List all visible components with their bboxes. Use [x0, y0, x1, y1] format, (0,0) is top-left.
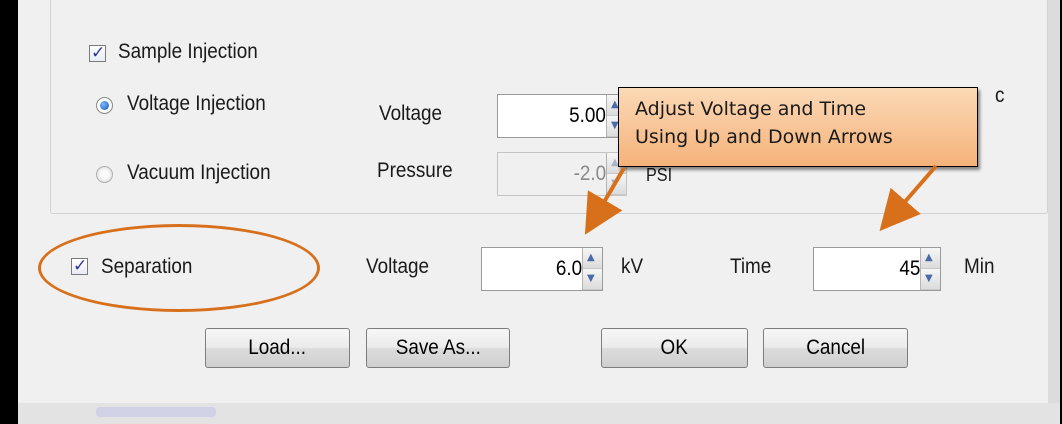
save-as-button[interactable]: Save As...	[366, 328, 510, 368]
checkmark-icon: ✓	[91, 43, 106, 63]
spin-down-button[interactable]: ▼	[607, 174, 626, 195]
injection-time-unit-fragment: c	[995, 84, 1005, 107]
vacuum-injection-label: Vacuum Injection	[127, 161, 271, 184]
callout-line-1: Adjust Voltage and Time	[635, 98, 867, 120]
cancel-button-label: Cancel	[806, 336, 865, 359]
separation-time-label: Time	[730, 255, 772, 278]
background-window-strip	[18, 403, 1060, 424]
sample-injection-checkbox[interactable]: ✓	[89, 43, 106, 63]
spin-up-button[interactable]: ▲	[583, 248, 602, 269]
vacuum-injection-radio[interactable]	[96, 166, 113, 183]
separation-voltage-value: 6.0	[555, 257, 582, 280]
separation-time-arrows: ▲ ▼	[920, 248, 940, 290]
callout-line-2: Using Up and Down Arrows	[635, 126, 893, 148]
pressure-spinner[interactable]: -2.0 ▲ ▼	[497, 152, 627, 196]
instruction-callout: Adjust Voltage and Time Using Up and Dow…	[618, 87, 978, 167]
pressure-value: -2.0	[573, 162, 606, 185]
background-window-edge	[1048, 0, 1060, 424]
arrow-down-icon: ▼	[925, 273, 933, 284]
separation-highlight-oval	[38, 224, 320, 312]
load-button[interactable]: Load...	[205, 328, 350, 368]
injection-voltage-label: Voltage	[379, 102, 443, 125]
separation-voltage-label: Voltage	[366, 255, 430, 278]
cancel-button[interactable]: Cancel	[763, 328, 908, 368]
spin-down-button[interactable]: ▼	[921, 269, 940, 290]
separation-voltage-arrows: ▲ ▼	[582, 248, 602, 290]
pressure-unit: PSI	[646, 165, 673, 185]
pressure-label: Pressure	[377, 159, 453, 182]
sample-injection-label: Sample Injection	[118, 40, 258, 63]
ok-button[interactable]: OK	[601, 328, 748, 368]
separation-voltage-spinner[interactable]: 6.0 ▲ ▼	[481, 247, 603, 291]
injection-voltage-spinner[interactable]: 5.00 ▲ ▼	[497, 94, 627, 138]
separation-time-spinner[interactable]: 45 ▲ ▼	[813, 247, 941, 291]
method-dialog: ✓ Sample Injection Voltage Injection Vol…	[18, 0, 1048, 403]
injection-voltage-value: 5.00	[569, 104, 606, 127]
background-blur-element	[96, 407, 216, 417]
separation-time-unit: Min	[964, 255, 995, 278]
voltage-injection-label: Voltage Injection	[127, 92, 266, 115]
voltage-injection-radio[interactable]	[96, 97, 113, 114]
ok-button-label: OK	[660, 336, 689, 359]
separation-voltage-unit: kV	[621, 255, 644, 278]
arrow-up-icon: ▲	[587, 252, 595, 263]
load-button-label: Load...	[248, 336, 307, 359]
spin-down-button[interactable]: ▼	[583, 269, 602, 290]
screenshot-frame: ✓ Sample Injection Voltage Injection Vol…	[8, 0, 1060, 424]
separation-time-value: 45	[898, 257, 920, 280]
save-as-button-label: Save As...	[395, 336, 481, 359]
arrow-up-icon: ▲	[925, 252, 933, 263]
arrow-down-icon: ▼	[611, 178, 619, 189]
arrow-down-icon: ▼	[587, 273, 595, 284]
spin-up-button[interactable]: ▲	[921, 248, 940, 269]
